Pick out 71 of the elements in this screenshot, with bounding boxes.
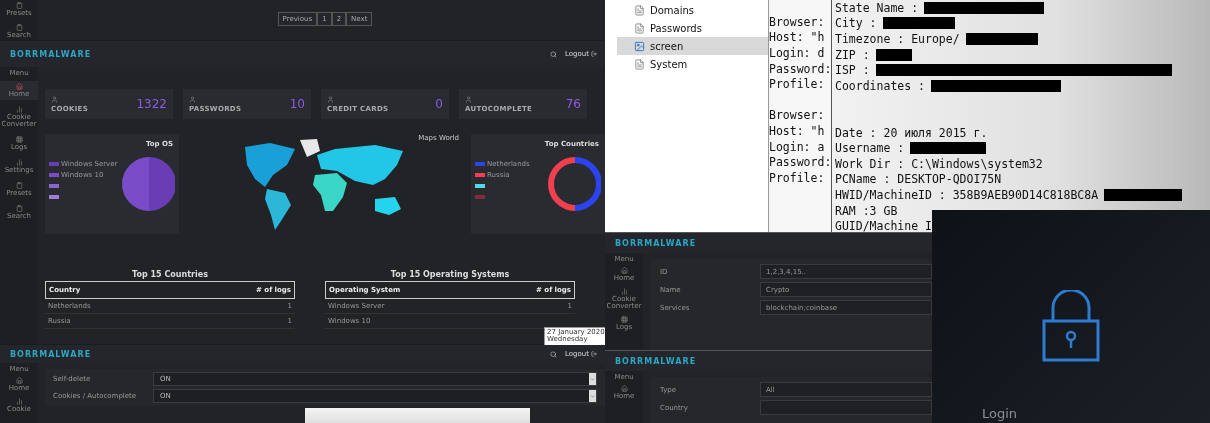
stat-value: 76 — [565, 97, 581, 111]
chart-icon — [15, 398, 23, 405]
file-item[interactable]: Passwords — [617, 19, 768, 37]
chart-icon — [15, 106, 23, 113]
user-icon — [189, 95, 196, 103]
text-line: Host: "h — [769, 123, 825, 138]
document-icon — [634, 58, 645, 70]
table-title: Top 15 Countries — [131, 270, 209, 279]
text-line: HWID/MachineID : 358B9AEB90D14C818BC8A — [835, 187, 1099, 202]
donut-chart — [547, 156, 601, 212]
user-icon — [327, 95, 334, 103]
logout-icon — [591, 351, 597, 357]
text-line: Password: — [769, 61, 832, 76]
text-line: Date : 20 июля 2015 г. — [835, 125, 988, 140]
text-line: City : — [835, 16, 877, 31]
text-line: Profile: — [769, 77, 825, 92]
search-icon[interactable] — [550, 350, 558, 358]
chart-icon — [15, 159, 23, 166]
pie-chart — [121, 156, 175, 212]
brand-logo: BORRMALWARE — [10, 349, 92, 359]
stat-value: 0 — [435, 97, 443, 111]
brand-logo: BORRMALWARE — [615, 238, 697, 248]
chevron-down-icon — [590, 376, 595, 382]
document-icon — [634, 4, 645, 16]
text-line: Host: "h — [769, 30, 825, 45]
stat-value: 1322 — [136, 97, 167, 111]
brand-logo: BORRMALWARE — [10, 49, 92, 59]
user-icon — [465, 95, 472, 103]
text-line: Browser: — [769, 108, 825, 123]
input-field[interactable] — [760, 400, 932, 415]
table-title: Top 15 Operating Systems — [389, 270, 511, 279]
image-file-icon — [634, 40, 645, 52]
login-title: Login — [982, 406, 1018, 421]
text-line: Login: a — [769, 139, 825, 154]
home-icon — [620, 267, 628, 274]
text-line: RAM :3 GB — [835, 203, 898, 218]
user-icon — [51, 95, 58, 103]
logout-icon — [591, 51, 597, 57]
text-line: Coordinates : — [835, 78, 925, 93]
home-icon — [15, 377, 23, 384]
text-line: ISP : — [835, 63, 870, 78]
search-icon[interactable] — [550, 50, 558, 58]
text-line: PCName : DESKTOP-QDOI75N — [835, 172, 1002, 187]
text-line: Work Dir : C:\Windows\system32 — [835, 156, 1043, 171]
clipboard-icon — [15, 182, 23, 189]
lock-icon — [1042, 290, 1100, 362]
grid-icon — [620, 316, 628, 323]
text-line: Profile: — [769, 170, 825, 185]
redaction-bar — [875, 48, 912, 61]
text-line: GUID/Machine I — [835, 219, 932, 232]
text-line: Timezone : Europe/ — [835, 32, 960, 46]
clipboard-icon — [15, 2, 23, 9]
home-icon — [15, 83, 23, 90]
text-line: Login: d — [769, 46, 825, 60]
clipboard-icon — [15, 24, 23, 31]
text-line: ZIP : — [835, 47, 870, 62]
home-icon — [620, 385, 628, 392]
brand-logo: BORRMALWARE — [615, 356, 697, 366]
grid-icon — [15, 136, 23, 143]
file-item[interactable]: System — [617, 55, 768, 73]
text-line: Username : — [835, 141, 905, 156]
stat-value: 10 — [289, 97, 305, 111]
file-item[interactable]: screen — [617, 37, 768, 55]
document-icon — [634, 22, 645, 34]
chart-icon — [620, 288, 628, 295]
file-item[interactable]: Domains — [617, 1, 768, 19]
text-line: State Name : — [835, 0, 919, 15]
text-line: Password: — [769, 155, 832, 170]
clipboard-icon — [15, 205, 23, 212]
text-line: Browser: — [769, 14, 825, 29]
chevron-down-icon — [590, 393, 595, 399]
